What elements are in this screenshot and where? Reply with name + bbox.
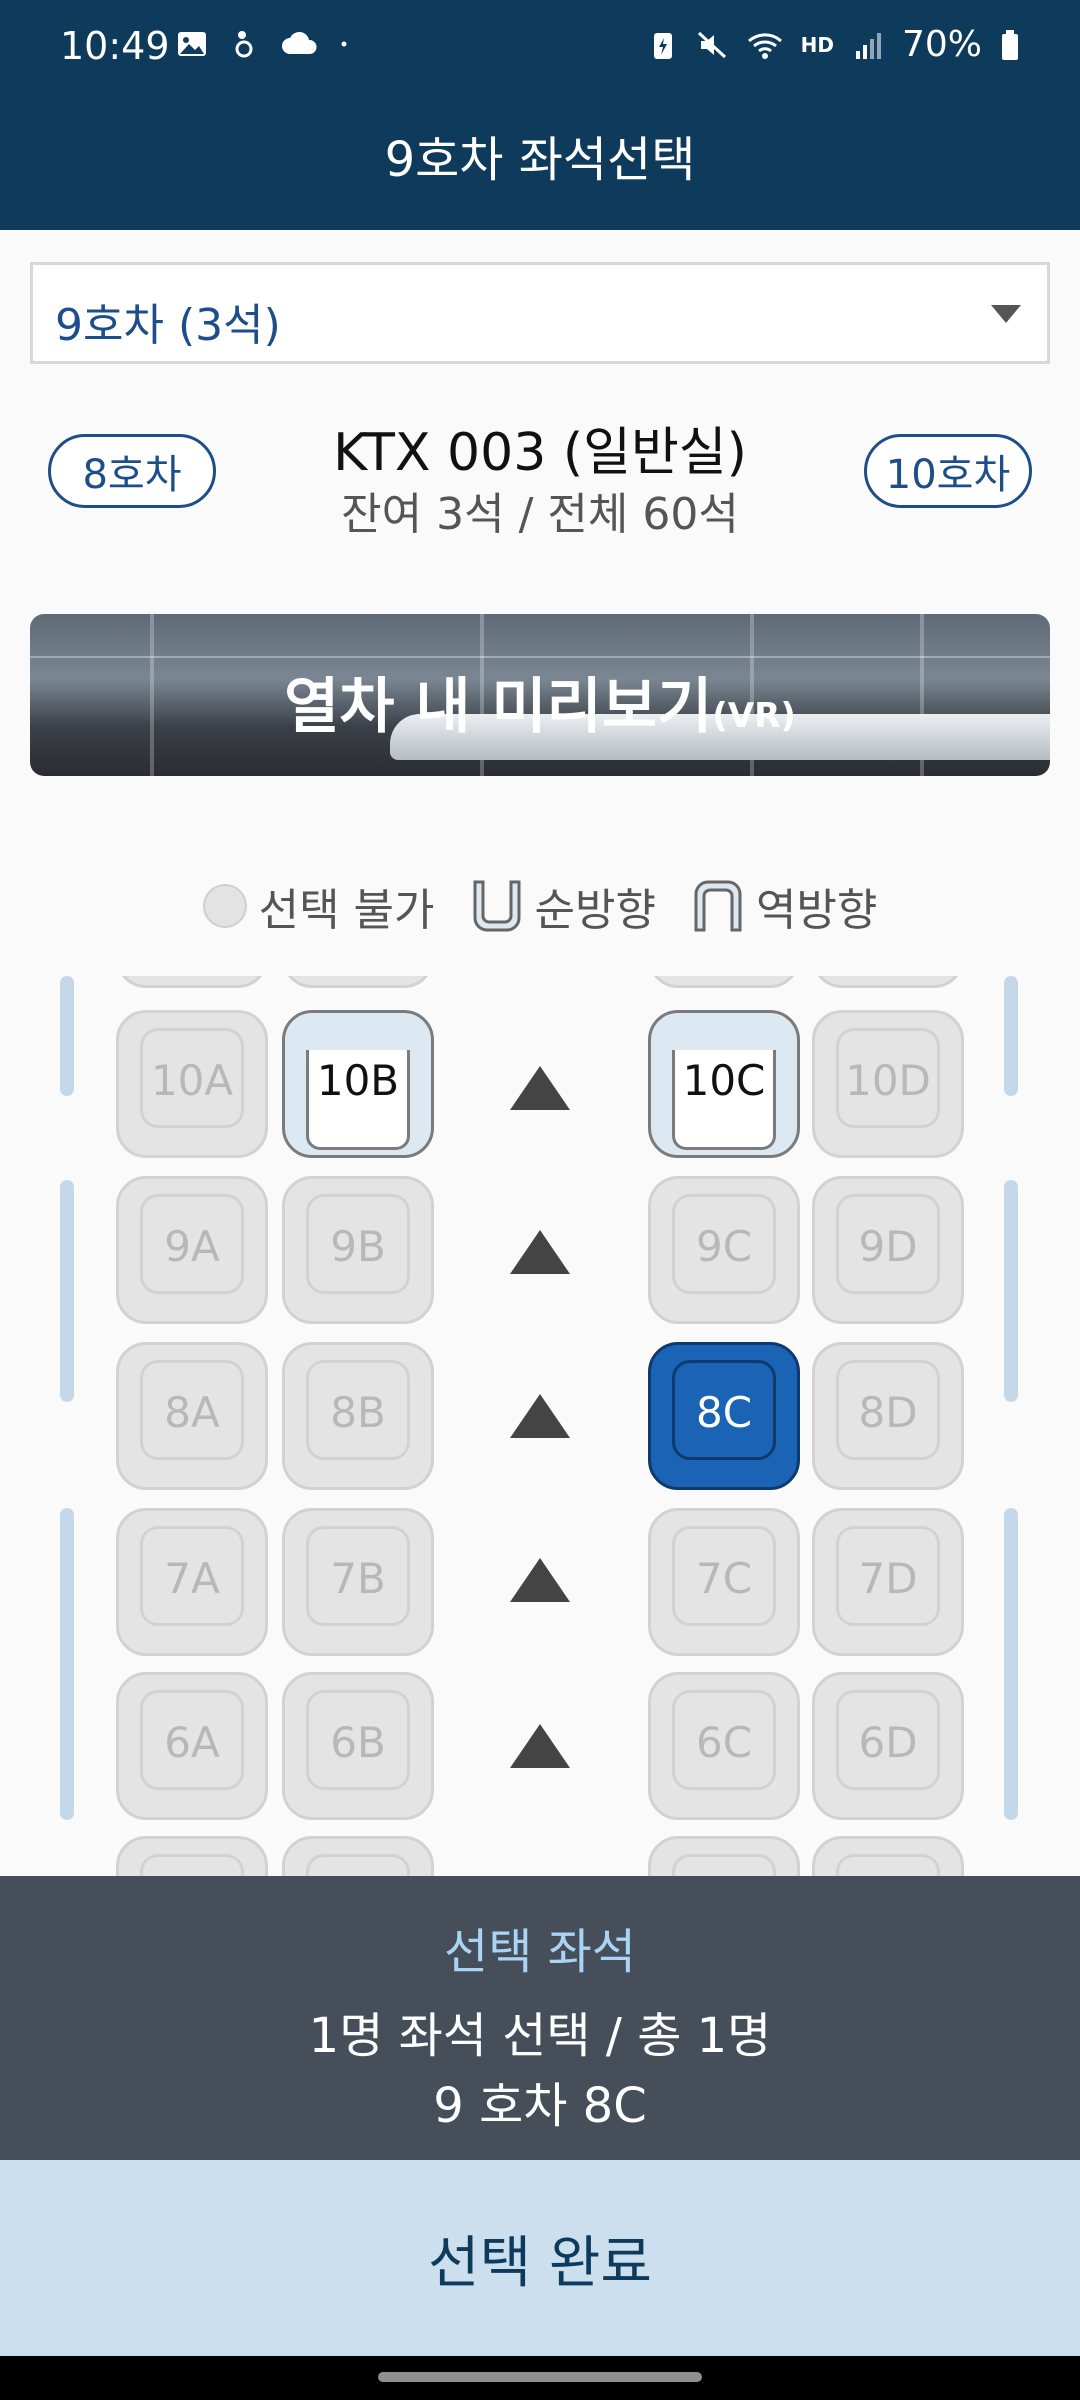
seat-10D: 10D	[812, 1010, 964, 1158]
window-bar	[60, 1508, 74, 1820]
selection-summary: 선택 좌석 1명 좌석 선택 / 총 1명 9 호차 8C	[0, 1876, 1080, 2160]
cloud-icon	[282, 31, 317, 54]
selection-seat: 9 호차 8C	[433, 2078, 647, 2134]
forward-seat-icon	[473, 880, 520, 932]
app-notification-icon	[235, 31, 253, 58]
battery-percent: 70%	[901, 24, 982, 65]
home-handle[interactable]	[378, 2372, 702, 2382]
seat	[648, 1836, 800, 1876]
direction-arrow-icon	[510, 1558, 570, 1602]
seat	[282, 976, 434, 988]
gallery-icon	[178, 32, 206, 56]
direction-arrow-icon	[510, 1394, 570, 1438]
seat-10C[interactable]: 10C	[648, 1010, 800, 1158]
seat-6C: 6C	[648, 1672, 800, 1820]
seat-6B: 6B	[282, 1672, 434, 1820]
vr-preview-banner[interactable]: 열차 내 미리보기(VR)	[30, 614, 1050, 776]
legend-reverse: 역방향	[755, 885, 878, 936]
reverse-seat-icon	[694, 880, 742, 932]
window-bar	[1004, 1180, 1018, 1402]
seat-9D: 9D	[812, 1176, 964, 1324]
confirm-selection-button[interactable]: 선택 완료	[0, 2160, 1080, 2356]
selection-count: 1명 좌석 선택 / 총 1명	[308, 2008, 772, 2064]
direction-arrow-icon	[510, 1230, 570, 1274]
vr-preview-label: 열차 내 미리보기	[284, 672, 713, 742]
window-bar	[1004, 1508, 1018, 1820]
status-time: 10:49	[60, 24, 170, 68]
seat-7B: 7B	[282, 1508, 434, 1656]
signal-icon	[855, 32, 881, 59]
seat-8D: 8D	[812, 1342, 964, 1490]
seat-8C[interactable]: 8C	[648, 1342, 800, 1490]
window-bar	[60, 976, 74, 1096]
app-header: 10:49 HD 70% 9호차 좌석선택	[0, 0, 1080, 230]
page-title: 9호차 좌석선택	[384, 132, 696, 188]
next-car-button[interactable]: 10호차	[864, 434, 1032, 508]
battery-icon	[1002, 29, 1018, 60]
seat	[812, 976, 964, 988]
seat-6A: 6A	[116, 1672, 268, 1820]
seat-8A: 8A	[116, 1342, 268, 1490]
seat	[812, 1836, 964, 1876]
seat-9A: 9A	[116, 1176, 268, 1324]
seat-9B: 9B	[282, 1176, 434, 1324]
direction-arrow-icon	[510, 1066, 570, 1110]
seat-10B[interactable]: 10B	[282, 1010, 434, 1158]
battery-saver-icon	[653, 32, 672, 59]
seat	[116, 976, 268, 988]
seat	[116, 1836, 268, 1876]
status-bar: 10:49 HD 70%	[0, 0, 1080, 100]
system-nav-bar	[0, 2356, 1080, 2400]
seat-10A: 10A	[116, 1010, 268, 1158]
seat-6D: 6D	[812, 1672, 964, 1820]
car-selector-dropdown[interactable]: 9호차 (3석)	[30, 262, 1050, 364]
hd-voice-label: HD	[800, 32, 834, 57]
unavailable-seat-icon	[202, 884, 247, 928]
seat-7A: 7A	[116, 1508, 268, 1656]
direction-arrow-icon	[510, 1724, 570, 1768]
legend-unavailable: 선택 불가	[258, 885, 435, 936]
selection-heading: 선택 좌석	[444, 1924, 636, 1980]
seat-9C: 9C	[648, 1176, 800, 1324]
seat	[282, 1836, 434, 1876]
mute-icon	[697, 31, 726, 58]
dot-icon	[341, 41, 347, 47]
vr-suffix: (VR)	[712, 696, 796, 736]
car-selector-value: 9호차 (3석)	[55, 300, 281, 351]
wifi-icon	[747, 32, 782, 59]
seat-8B: 8B	[282, 1342, 434, 1490]
seat-map[interactable]: 10A 10B 10C 10D 9A 9B 9C 9D 8A 8B 8C 8D …	[0, 976, 1080, 1876]
seat	[648, 976, 800, 988]
window-bar	[60, 1180, 74, 1402]
window-bar	[1004, 976, 1018, 1096]
seat-7D: 7D	[812, 1508, 964, 1656]
legend-forward: 순방향	[534, 885, 656, 936]
dropdown-arrow-icon	[991, 305, 1021, 323]
seat-legend: 선택 불가 순방향 역방향	[0, 874, 1080, 938]
seat-7C: 7C	[648, 1508, 800, 1656]
